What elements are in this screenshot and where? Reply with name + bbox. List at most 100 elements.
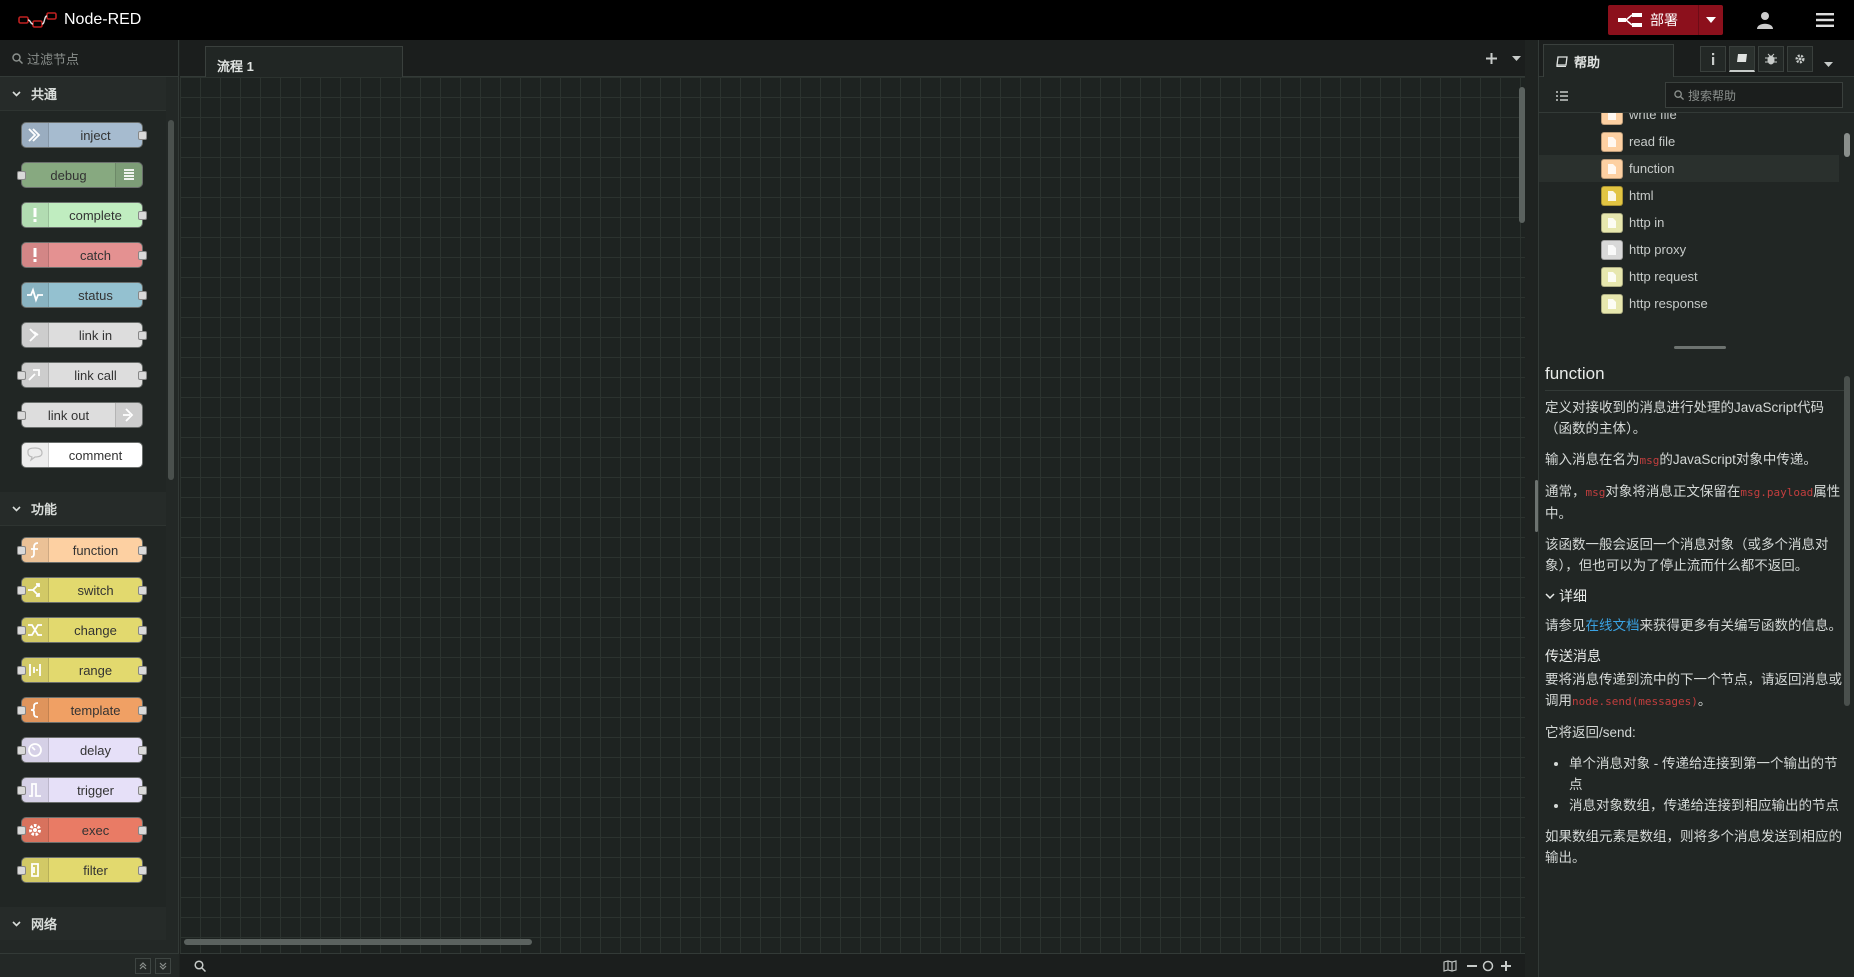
palette-node-function[interactable]: function	[17, 537, 147, 563]
zoom-in-button[interactable]	[1500, 959, 1512, 977]
help-scrollbar[interactable]	[1844, 376, 1850, 706]
palette-node-catch[interactable]: catch	[21, 242, 147, 268]
help-tree-item[interactable]: write file	[1539, 113, 1839, 128]
palette-node-link-out[interactable]: link out	[17, 402, 143, 428]
help-subheading: 传送消息	[1545, 648, 1601, 664]
node-icon	[1601, 185, 1623, 206]
output-port	[138, 131, 147, 140]
search-flows-button[interactable]	[194, 959, 207, 977]
tree-scrollbar[interactable]	[1844, 133, 1850, 157]
palette-node-range[interactable]: range	[17, 657, 147, 683]
debug-tab-button[interactable]	[1758, 46, 1784, 72]
output-port	[138, 826, 147, 835]
palette-node-template[interactable]: template	[17, 697, 147, 723]
info-tab-button[interactable]	[1700, 46, 1726, 72]
node-icon	[22, 698, 49, 722]
palette-node-link-call[interactable]: link call	[17, 362, 147, 388]
canvas-vertical-scrollbar[interactable]	[1519, 87, 1525, 223]
palette-node-label: exec	[81, 822, 110, 838]
palette-node-switch[interactable]: switch	[17, 577, 147, 603]
zoom-out-button[interactable]	[1466, 959, 1478, 977]
help-code: msg	[1585, 486, 1606, 499]
node-icon	[115, 403, 142, 427]
output-port	[138, 211, 147, 220]
palette-node-link-in[interactable]: link in	[21, 322, 147, 348]
node-type-icon	[1608, 298, 1616, 309]
palette-node-label: change	[74, 622, 117, 638]
tab-flow-1[interactable]: 流程 1	[205, 46, 403, 78]
workspace-tabs: 流程 1	[180, 40, 1525, 78]
node-red-logo-icon	[18, 12, 57, 28]
navigator-button[interactable]	[1443, 959, 1457, 977]
palette-node-status[interactable]: status	[21, 282, 147, 308]
tab-help[interactable]: 帮助	[1543, 44, 1674, 77]
zoom-reset-button[interactable]	[1482, 959, 1494, 977]
expand-all-button[interactable]	[155, 957, 171, 974]
toggle-tree-button[interactable]	[1549, 86, 1575, 106]
palette-node-change[interactable]: change	[17, 617, 147, 643]
palette-node-complete[interactable]: complete	[21, 202, 147, 228]
palette-node-label: debug	[50, 167, 87, 183]
palette-category-header[interactable]: 功能	[0, 492, 166, 526]
book-icon	[1737, 54, 1747, 62]
help-tree-item[interactable]: http request	[1539, 263, 1839, 290]
palette-node-inject[interactable]: inject	[21, 122, 147, 148]
output-port	[138, 786, 147, 795]
main-menu-button[interactable]	[1805, 0, 1845, 40]
node-icon	[1601, 239, 1623, 260]
palette-category-header[interactable]: 共通	[0, 77, 166, 111]
help-tree-item[interactable]: http proxy	[1539, 236, 1839, 263]
palette-filter-input[interactable]: 过滤节点	[27, 49, 79, 68]
flow-list-button[interactable]	[1502, 40, 1530, 77]
help-tree-item[interactable]: read file	[1539, 128, 1839, 155]
chevron-down-icon	[12, 920, 21, 927]
help-search-input[interactable]: 搜索帮助	[1688, 87, 1736, 104]
add-flow-button[interactable]	[1477, 40, 1505, 77]
help-tree-item[interactable]: http response	[1539, 290, 1839, 317]
palette-node-exec[interactable]: exec	[17, 817, 147, 843]
help-tree-item[interactable]: html	[1539, 182, 1839, 209]
help-tree-label: http proxy	[1629, 242, 1687, 257]
output-port	[138, 626, 147, 635]
deploy-menu-button[interactable]	[1699, 5, 1723, 35]
palette-node-label: template	[70, 702, 121, 718]
flow-canvas[interactable]	[180, 77, 1525, 953]
deploy-main-button[interactable]: 部署	[1608, 5, 1698, 35]
help-tree-label: write file	[1629, 113, 1677, 122]
palette-node-filter[interactable]: filter	[17, 857, 147, 883]
palette-filter[interactable]: 过滤节点	[0, 40, 178, 77]
help-tab-button[interactable]	[1729, 46, 1755, 72]
user-menu-button[interactable]	[1745, 0, 1785, 40]
exclamation-icon	[33, 208, 37, 222]
sidebar-tabs: 帮助	[1539, 40, 1854, 77]
exclamation-icon	[33, 248, 37, 262]
details-section-toggle[interactable]: 详细	[1545, 586, 1844, 607]
canvas-horizontal-scrollbar[interactable]	[184, 939, 532, 945]
palette-node-comment[interactable]: comment	[21, 442, 143, 468]
input-port	[17, 546, 26, 555]
help-node-tree: write file read file function html http in ht…	[1539, 113, 1854, 345]
palette-node-debug[interactable]: debug	[17, 162, 143, 188]
palette-node-trigger[interactable]: trigger	[17, 777, 147, 803]
search-icon	[194, 960, 207, 973]
help-tree-item[interactable]: http in	[1539, 209, 1839, 236]
collapse-all-button[interactable]	[135, 957, 151, 974]
node-icon	[22, 363, 49, 387]
help-tree-item[interactable]: function	[1539, 155, 1839, 182]
caret-down-icon	[1824, 62, 1833, 67]
help-code: msg.payload	[1740, 486, 1814, 499]
info-icon	[1712, 53, 1715, 65]
palette-category-header[interactable]: 网络	[0, 907, 166, 940]
online-docs-link[interactable]: 在线文档	[1586, 618, 1640, 633]
node-icon	[1601, 293, 1623, 314]
help-search-field[interactable]: 搜索帮助	[1665, 82, 1843, 108]
config-tab-button[interactable]	[1787, 46, 1813, 72]
sidebar-tabs-menu-button[interactable]	[1824, 54, 1833, 72]
palette-node-delay[interactable]: delay	[17, 737, 147, 763]
circle-icon	[1482, 960, 1494, 972]
help-paragraph: 请参见在线文档来获得更多有关编写函数的信息。	[1545, 615, 1844, 636]
help-code: msg	[1639, 454, 1660, 467]
palette-scrollbar[interactable]	[168, 120, 174, 480]
help-paragraph: 要将消息传递到流中的下一个节点，请返回消息或调用node.send(messag…	[1545, 669, 1844, 712]
deploy-button[interactable]: 部署	[1608, 5, 1723, 35]
